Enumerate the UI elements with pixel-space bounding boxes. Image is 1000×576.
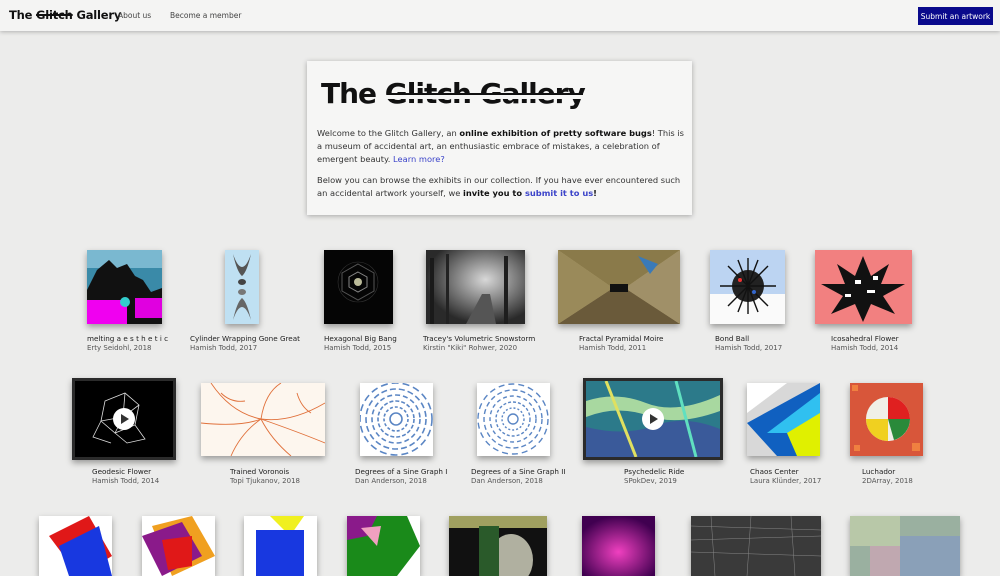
intro-paragraph-1: Welcome to the Glitch Gallery, an online…: [317, 127, 685, 166]
melting-art-icon[interactable]: [87, 250, 162, 324]
luchador-art-icon[interactable]: [850, 383, 923, 456]
artwork-title[interactable]: Fractal Pyramidal Moire: [579, 334, 663, 343]
artwork-title[interactable]: Trained Voronois: [230, 467, 289, 476]
psychedelic-art-icon[interactable]: [583, 378, 723, 460]
partial-artwork-thumb[interactable]: [142, 516, 215, 576]
sine-art-icon[interactable]: [477, 383, 550, 456]
submit-artwork-button[interactable]: Submit an artwork: [918, 7, 993, 25]
artwork-meta: Hamish Todd, 2014: [92, 477, 160, 485]
partial-artwork-thumb[interactable]: [244, 516, 317, 576]
artwork-title[interactable]: Luchador: [862, 467, 895, 476]
artwork-meta: SPokDev, 2019: [624, 477, 677, 485]
top-navbar: The Glitch Gallery About us Become a mem…: [0, 0, 1000, 31]
page-title: The Glitch Gallery: [321, 77, 593, 110]
artwork-meta: Hamish Todd, 2014: [831, 344, 899, 352]
artwork-meta: Topi Tjukanov, 2018: [230, 477, 300, 485]
flower-art-icon[interactable]: [815, 250, 912, 324]
partial-artwork-thumb[interactable]: [582, 516, 655, 576]
play-icon[interactable]: [113, 408, 135, 430]
artwork-meta: Hamish Todd, 2015: [324, 344, 392, 352]
intro-emphasis: online exhibition of pretty software bug…: [459, 128, 652, 138]
site-logo[interactable]: The Glitch Gallery: [9, 8, 121, 22]
artwork-title[interactable]: Degrees of a Sine Graph I: [355, 467, 447, 476]
artwork-title[interactable]: Tracey's Volumetric Snowstorm: [423, 334, 535, 343]
partial-artwork-thumb[interactable]: [39, 516, 112, 576]
intro-card: The Glitch Gallery Welcome to the Glitch…: [307, 61, 692, 215]
voronoi-art-icon[interactable]: [201, 383, 325, 456]
artwork-meta: Hamish Todd, 2017: [190, 344, 258, 352]
artwork-title[interactable]: Icosahedral Flower: [831, 334, 899, 343]
hexagon-art-icon[interactable]: [324, 250, 393, 324]
artwork-title[interactable]: melting a e s t h e t i c: [87, 334, 168, 343]
artwork-meta: Erty Seidohl, 2018: [87, 344, 152, 352]
nav-member-link[interactable]: Become a member: [170, 11, 241, 20]
intro-emphasis: !: [593, 188, 597, 198]
partial-artwork-thumb[interactable]: [347, 516, 420, 576]
sine-art-icon[interactable]: [360, 383, 433, 456]
nav-about-link[interactable]: About us: [118, 11, 151, 20]
cylinder-art-icon[interactable]: [225, 250, 259, 324]
play-icon[interactable]: [642, 408, 664, 430]
partial-artwork-thumb[interactable]: [691, 516, 821, 576]
logo-text-glitch: Glitch: [36, 8, 73, 22]
intro-emphasis: invite you to: [462, 188, 525, 198]
logo-text-pre: The: [9, 8, 37, 22]
title-pre: The: [321, 77, 385, 110]
artwork-title[interactable]: Bond Ball: [715, 334, 749, 343]
artwork-meta: Dan Anderson, 2018: [471, 477, 543, 485]
artwork-title[interactable]: Geodesic Flower: [92, 467, 151, 476]
artwork-title[interactable]: Degrees of a Sine Graph II: [471, 467, 565, 476]
artwork-meta: Dan Anderson, 2018: [355, 477, 427, 485]
bond-ball-art-icon[interactable]: [710, 250, 785, 324]
artwork-meta: 2DArray, 2018: [862, 477, 913, 485]
intro-text: Welcome to the Glitch Gallery, an: [317, 128, 460, 138]
logo-text-post: Gallery: [72, 8, 122, 22]
geodesic-art-icon[interactable]: [72, 378, 176, 460]
partial-artwork-thumb[interactable]: [449, 516, 547, 576]
artwork-title[interactable]: Cylinder Wrapping Gone Great: [190, 334, 300, 343]
chaos-art-icon[interactable]: [747, 383, 820, 456]
snowstorm-art-icon[interactable]: [426, 250, 525, 324]
moire-art-icon[interactable]: [558, 250, 680, 324]
submit-it-link[interactable]: submit it to us: [525, 188, 593, 198]
artwork-meta: Kirstin "Kiki" Rohwer, 2020: [423, 344, 518, 352]
artwork-title[interactable]: Hexagonal Big Bang: [324, 334, 397, 343]
intro-paragraph-2: Below you can browse the exhibits in our…: [317, 174, 685, 200]
title-glitch: Glitch Gallery: [384, 77, 593, 110]
artwork-title[interactable]: Psychedelic Ride: [624, 467, 684, 476]
artwork-meta: Hamish Todd, 2017: [715, 344, 783, 352]
partial-artwork-thumb[interactable]: [850, 516, 960, 576]
artwork-meta: Hamish Todd, 2011: [579, 344, 647, 352]
artwork-title[interactable]: Chaos Center: [750, 467, 799, 476]
learn-more-link[interactable]: Learn more?: [393, 154, 445, 164]
artwork-meta: Laura Klünder, 2017: [750, 477, 822, 485]
